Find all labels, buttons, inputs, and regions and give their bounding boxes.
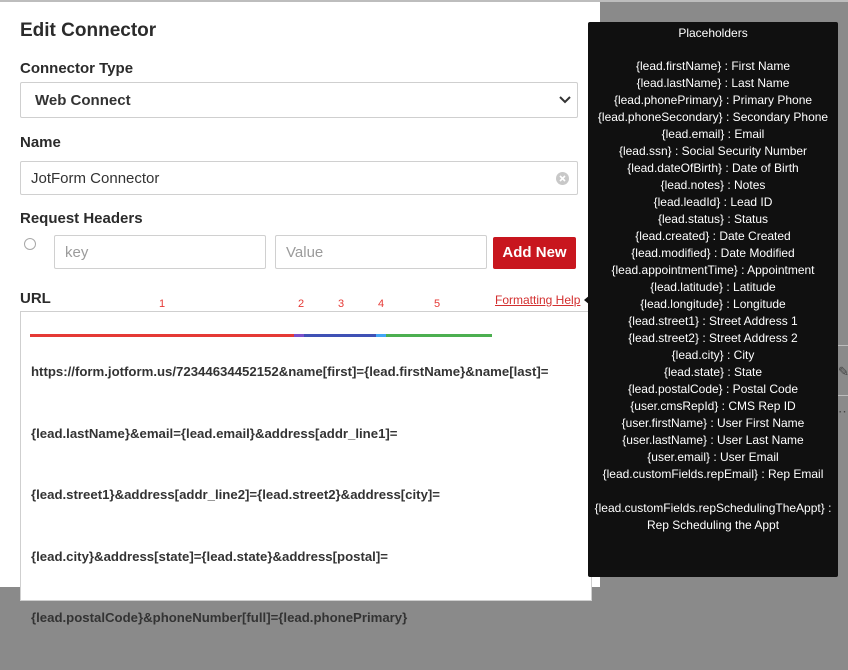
header-key-input[interactable]: key xyxy=(54,235,266,269)
placeholder-item: {lead.modified} : Date Modified xyxy=(631,246,795,260)
connector-type-value: Web Connect xyxy=(35,92,131,109)
placeholder-item: {lead.customFields.repSchedulingTheAppt}… xyxy=(594,501,832,532)
annotation-number-1: 1 xyxy=(159,298,166,310)
formatting-help-link[interactable]: Formatting Help xyxy=(495,293,580,307)
annotation-underline-1 xyxy=(30,334,294,337)
placeholder-item: {lead.ssn} : Social Security Number xyxy=(618,144,808,158)
placeholder-item: {lead.longitude} : Longitude xyxy=(640,297,786,311)
modal-title: Edit Connector xyxy=(20,20,157,41)
request-headers-label: Request Headers xyxy=(20,210,143,227)
annotation-underline-2 xyxy=(294,334,304,337)
placeholder-item: {lead.postalCode} : Postal Code xyxy=(627,382,799,396)
name-input-value: JotForm Connector xyxy=(31,170,160,187)
placeholder-item: {user.cmsRepId} : CMS Rep ID xyxy=(630,399,796,413)
placeholder-item: {lead.appointmentTime} : Appointment xyxy=(611,263,815,277)
url-textarea[interactable]: https://form.jotform.us/72344634452152&n… xyxy=(20,311,592,625)
placeholder-item: {lead.email} : Email xyxy=(661,127,765,141)
url-line: {lead.city}&address[state]={lead.state}&… xyxy=(31,548,388,564)
placeholder-item: {user.firstName} : User First Name xyxy=(621,416,805,430)
annotation-number-2: 2 xyxy=(298,298,305,310)
annotation-number-5: 5 xyxy=(434,298,441,310)
url-line: https://form.jotform.us/72344634452152&n… xyxy=(31,364,549,379)
placeholder-item: {lead.dateOfBirth} : Date of Birth xyxy=(627,161,799,175)
name-input[interactable]: JotForm Connector xyxy=(20,161,578,195)
url-line: {lead.street1}&address[addr_line2]={lead… xyxy=(31,487,440,502)
placeholder-item: {lead.customFields.repEmail} : Rep Email xyxy=(602,467,824,481)
placeholder-item: {user.lastName} : User Last Name xyxy=(622,433,804,447)
annotation-underline-5 xyxy=(386,334,492,337)
annotation-underline-3 xyxy=(304,334,376,337)
placeholder-item: {lead.latitude} : Latitude xyxy=(650,280,776,294)
placeholder-item: {lead.street2} : Street Address 2 xyxy=(628,331,798,345)
placeholder-item: {lead.city} : City xyxy=(671,348,755,362)
placeholder-list: {lead.firstName} : First Name {lead.lastN… xyxy=(588,58,838,483)
placeholder-item: {lead.status} : Status xyxy=(657,212,769,226)
header-value-input[interactable]: Value xyxy=(275,235,487,269)
connector-type-select[interactable]: Web Connect xyxy=(20,82,578,118)
placeholder-item: {lead.phoneSecondary} : Secondary Phone xyxy=(597,110,829,124)
url-line: {lead.postalCode}&phoneNumber[full]={lea… xyxy=(31,610,408,625)
placeholder-item: {user.email} : User Email xyxy=(647,450,779,464)
annotation-number-3: 3 xyxy=(338,298,345,310)
header-value-placeholder: Value xyxy=(286,244,324,261)
url-label: URL xyxy=(20,290,51,307)
chevron-down-icon xyxy=(559,96,571,104)
placeholder-item: {lead.state} : State xyxy=(663,365,763,379)
name-label: Name xyxy=(20,134,61,151)
tooltip-title: Placeholders xyxy=(678,26,748,40)
placeholder-item: {lead.leadId} : Lead ID xyxy=(653,195,773,209)
pencil-icon: ✎ xyxy=(838,364,848,379)
url-text: https://form.jotform.us/72344634452152&n… xyxy=(31,321,581,670)
add-new-button[interactable]: Add New xyxy=(493,237,576,269)
placeholders-tooltip: Placeholders {lead.firstName} : First Na… xyxy=(588,22,838,577)
annotation-underline-4 xyxy=(376,334,386,337)
placeholder-item: {lead.notes} : Notes xyxy=(660,178,766,192)
header-radio[interactable] xyxy=(24,238,36,250)
annotation-number-4: 4 xyxy=(378,298,385,310)
placeholder-item: {lead.street1} : Street Address 1 xyxy=(628,314,798,328)
more-icon: ⋯ xyxy=(838,404,848,419)
header-key-placeholder: key xyxy=(65,244,89,261)
tooltip-gap xyxy=(588,483,838,500)
placeholder-item: {lead.firstName} : First Name xyxy=(635,59,791,73)
placeholder-item: {lead.phonePrimary} : Primary Phone xyxy=(613,93,813,107)
url-line: {lead.lastName}&email={lead.email}&addre… xyxy=(31,425,398,441)
clear-icon[interactable] xyxy=(556,172,569,185)
connector-type-label: Connector Type xyxy=(20,60,134,77)
placeholder-item: {lead.lastName} : Last Name xyxy=(636,76,790,90)
placeholder-item: {lead.created} : Date Created xyxy=(635,229,791,243)
